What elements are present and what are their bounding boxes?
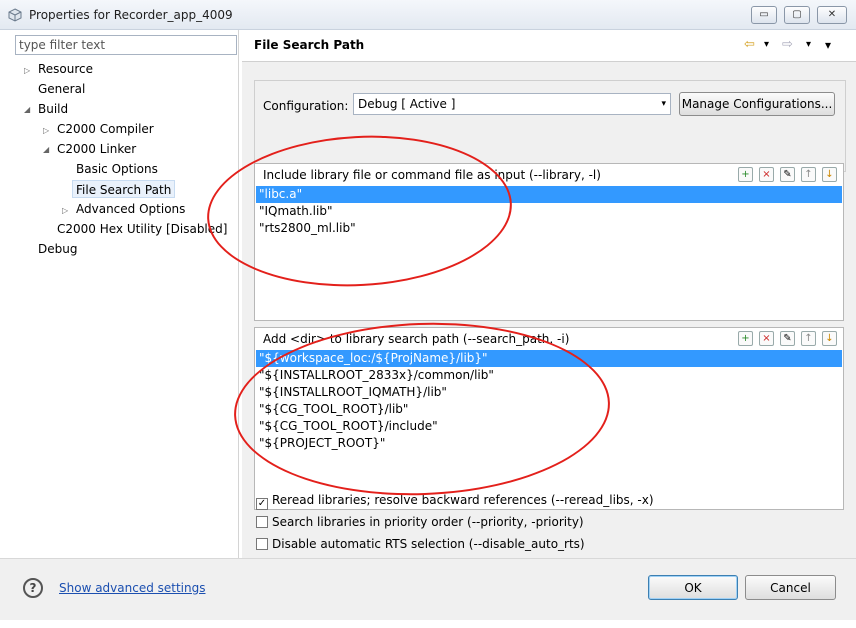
app-icon <box>8 8 22 22</box>
close-button[interactable]: ✕ <box>817 6 847 24</box>
delete-icon[interactable]: × <box>759 167 774 182</box>
sidebar-item-general[interactable]: General <box>38 80 85 98</box>
sidebar: ▷ Resource General ◢ Build ▷ C2000 Compi… <box>8 30 239 558</box>
back-arrow-icon[interactable]: ⇦ <box>744 37 755 52</box>
configuration-value: Debug [ Active ] <box>358 97 456 111</box>
edit-icon[interactable]: ✎ <box>780 331 795 346</box>
sidebar-item-file-search-path[interactable]: File Search Path <box>72 180 176 198</box>
cancel-button[interactable]: Cancel <box>745 575 836 600</box>
reread-libs-label: Reread libraries; resolve backward refer… <box>272 493 654 507</box>
list-item[interactable]: "${PROJECT_ROOT}" <box>256 435 842 452</box>
sidebar-item-c2000-compiler[interactable]: C2000 Compiler <box>57 120 154 138</box>
collapse-linker-icon[interactable]: ◢ <box>43 145 49 154</box>
add-icon[interactable]: + <box>738 331 753 346</box>
list-item[interactable]: "rts2800_ml.lib" <box>256 220 842 237</box>
sidebar-item-basic-options[interactable]: Basic Options <box>76 160 158 178</box>
expand-compiler-icon[interactable]: ▷ <box>43 126 49 135</box>
library-group: Include library file or command file as … <box>254 163 844 321</box>
reread-libs-checkbox[interactable]: ✓ <box>256 498 268 510</box>
library-toolbar: + × ✎ ↑ ↓ <box>732 166 837 182</box>
priority-label: Search libraries in priority order (--pr… <box>272 515 584 529</box>
search-path-list: "${workspace_loc:/${ProjName}/lib}" "${I… <box>256 350 842 452</box>
expand-resource-icon[interactable]: ▷ <box>24 66 30 75</box>
list-item[interactable]: "libc.a" <box>256 186 842 203</box>
reread-libs-option[interactable]: ✓ Reread libraries; resolve backward refe… <box>256 491 654 510</box>
maximize-button[interactable]: ▢ <box>784 6 810 24</box>
move-up-icon[interactable]: ↑ <box>801 331 816 346</box>
move-down-icon[interactable]: ↓ <box>822 167 837 182</box>
move-down-icon[interactable]: ↓ <box>822 331 837 346</box>
list-item[interactable]: "${INSTALLROOT_2833x}/common/lib" <box>256 367 842 384</box>
sidebar-item-build[interactable]: Build <box>38 100 68 118</box>
title-bar: Properties for Recorder_app_4009 ▭ ▢ ✕ <box>0 0 856 30</box>
search-path-group: Add <dir> to library search path (--sear… <box>254 327 844 510</box>
list-item[interactable]: "IQmath.lib" <box>256 203 842 220</box>
show-advanced-settings-link[interactable]: Show advanced settings <box>59 581 206 595</box>
move-up-icon[interactable]: ↑ <box>801 167 816 182</box>
close-icon: ✕ <box>827 9 837 20</box>
sidebar-item-resource[interactable]: Resource <box>38 60 93 78</box>
sidebar-item-debug[interactable]: Debug <box>38 240 77 258</box>
library-group-title: Include library file or command file as … <box>263 168 601 182</box>
list-item[interactable]: "${CG_TOOL_ROOT}/include" <box>256 418 842 435</box>
sidebar-item-advanced-options[interactable]: Advanced Options <box>76 200 185 218</box>
disable-auto-rts-label: Disable automatic RTS selection (--disab… <box>272 537 585 551</box>
search-path-toolbar: + × ✎ ↑ ↓ <box>732 330 837 346</box>
view-menu-icon[interactable]: ▾ <box>825 38 831 52</box>
forward-menu-icon[interactable]: ▾ <box>806 39 811 50</box>
main-panel: File Search Path ⇦ ▾ ⇨ ▾ ▾ Configuration… <box>242 30 856 558</box>
sidebar-item-c2000-linker[interactable]: C2000 Linker <box>57 140 136 158</box>
background-window-strip <box>0 620 856 628</box>
list-item[interactable]: "${workspace_loc:/${ProjName}/lib}" <box>256 350 842 367</box>
priority-checkbox[interactable] <box>256 516 268 528</box>
page-title: File Search Path <box>254 38 365 52</box>
help-icon[interactable]: ? <box>23 578 43 598</box>
minimize-icon: ▭ <box>759 9 769 20</box>
collapse-build-icon[interactable]: ◢ <box>24 105 30 114</box>
edit-icon[interactable]: ✎ <box>780 167 795 182</box>
filter-input[interactable] <box>15 35 237 55</box>
sidebar-item-hex-utility[interactable]: C2000 Hex Utility [Disabled] <box>57 220 227 238</box>
list-item[interactable]: "${INSTALLROOT_IQMATH}/lib" <box>256 384 842 401</box>
list-item[interactable]: "${CG_TOOL_ROOT}/lib" <box>256 401 842 418</box>
library-list: "libc.a" "IQmath.lib" "rts2800_ml.lib" <box>256 186 842 237</box>
maximize-icon: ▢ <box>792 9 802 20</box>
disable-auto-rts-option[interactable]: Disable automatic RTS selection (--disab… <box>256 535 585 553</box>
minimize-button[interactable]: ▭ <box>751 6 777 24</box>
priority-option[interactable]: Search libraries in priority order (--pr… <box>256 513 584 531</box>
search-path-group-title: Add <dir> to library search path (--sear… <box>263 332 570 346</box>
page-header: File Search Path ⇦ ▾ ⇨ ▾ ▾ <box>242 30 856 62</box>
window-title: Properties for Recorder_app_4009 <box>29 8 233 22</box>
ok-button[interactable]: OK <box>648 575 738 600</box>
chevron-down-icon: ▾ <box>661 99 666 109</box>
delete-icon[interactable]: × <box>759 331 774 346</box>
configuration-label: Configuration: <box>263 99 349 113</box>
configuration-box: Configuration: Debug [ Active ] ▾ Manage… <box>254 80 846 172</box>
manage-configurations-button[interactable]: Manage Configurations... <box>679 92 835 116</box>
disable-auto-rts-checkbox[interactable] <box>256 538 268 550</box>
expand-advanced-icon[interactable]: ▷ <box>62 206 68 215</box>
add-icon[interactable]: + <box>738 167 753 182</box>
configuration-select[interactable]: Debug [ Active ] ▾ <box>353 93 671 115</box>
forward-arrow-icon[interactable]: ⇨ <box>782 37 793 52</box>
back-menu-icon[interactable]: ▾ <box>764 39 769 50</box>
dialog-footer: ? Show advanced settings OK Cancel <box>0 558 856 620</box>
